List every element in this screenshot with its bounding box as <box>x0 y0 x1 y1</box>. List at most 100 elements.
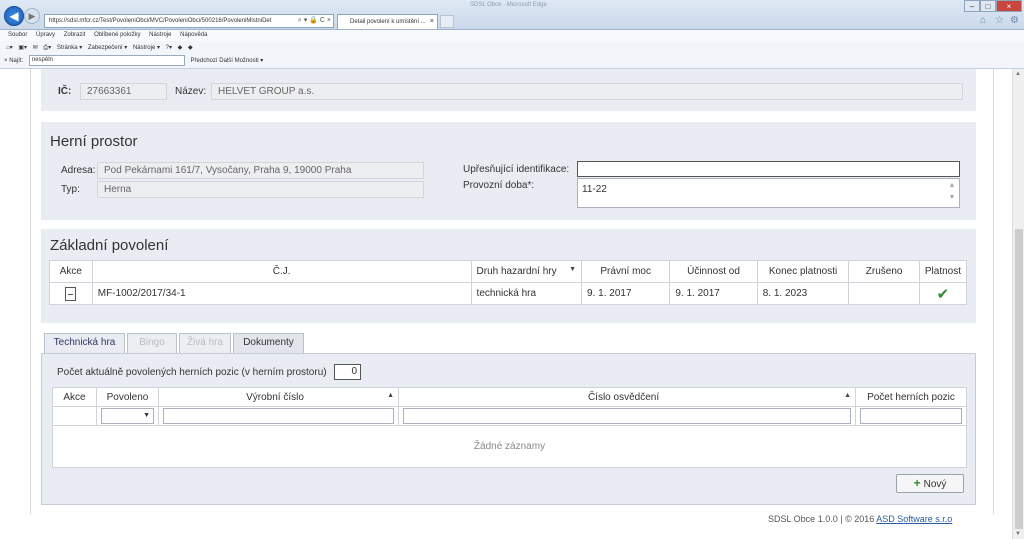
cell-zruseno <box>848 282 920 305</box>
home-icon[interactable]: ⌂ <box>980 15 986 26</box>
cell-cj: MF-1002/2017/34-1 <box>91 282 472 305</box>
col-platnost[interactable]: Platnost <box>918 260 968 283</box>
feeds-icon[interactable]: ▣▾ <box>18 45 27 51</box>
menu-item-napoveda[interactable]: Nápověda <box>180 32 207 38</box>
table-row: MF-1002/2017/34-1 technická hra 9. 1. 20… <box>49 282 968 305</box>
menu-item-oblibene[interactable]: Oblíbené položky <box>94 32 140 38</box>
col-konec-platnosti[interactable]: Konec platnosti <box>756 260 850 283</box>
name-field: HELVET GROUP a.s. <box>211 83 963 100</box>
col-cj[interactable]: Č.J. <box>91 260 472 283</box>
back-arrow-icon[interactable]: ◀ <box>4 6 24 26</box>
scroll-up-icon[interactable]: ▲ <box>1015 71 1021 77</box>
maximize-icon[interactable]: □ <box>980 0 996 12</box>
addon-icon[interactable]: ◆ <box>178 45 183 51</box>
grid-col-pocet-pozic[interactable]: Počet herních pozic <box>855 387 967 407</box>
col-pravni-moc[interactable]: Právní moc <box>581 260 671 283</box>
provozni-label: Provozní doba*: <box>463 180 535 191</box>
herni-prostor-title: Herní prostor <box>50 133 138 150</box>
sort-down-icon[interactable]: ▼ <box>569 266 576 273</box>
minimize-icon[interactable]: – <box>964 0 980 12</box>
pdf-icon[interactable] <box>65 286 77 301</box>
cell-platnost: ✔ <box>918 282 968 305</box>
find-close-icon[interactable]: × <box>4 58 8 64</box>
toolbar-zabezpeceni[interactable]: Zabezpečení ▾ <box>88 45 127 51</box>
command-bar: ⌂▾ ▣▾ ✉ ⎙▾ Stránka ▾ Zabezpečení ▾ Nástr… <box>0 41 1024 55</box>
mail-icon[interactable]: ✉ <box>33 45 38 51</box>
grid-col-povoleno[interactable]: Povoleno <box>96 387 159 407</box>
povoleno-filter-select[interactable]: ▼ <box>101 408 154 424</box>
technicka-hra-table: Akce Povoleno Výrobní číslo ▲ Číslo osvě… <box>52 387 967 468</box>
new-button[interactable]: + Nový <box>896 474 964 493</box>
zakladni-povoleni-title: Základní povolení <box>50 237 169 254</box>
sort-up-icon[interactable]: ▲ <box>844 392 851 399</box>
cislo-osvedceni-filter-input[interactable] <box>403 408 851 424</box>
new-tab-button[interactable] <box>440 15 454 28</box>
forward-arrow-icon[interactable]: ▶ <box>24 8 40 24</box>
pocet-pozic-filter-input[interactable] <box>860 408 962 424</box>
tab-dokumenty[interactable]: Dokumenty <box>233 333 304 353</box>
filter-cell-pocet <box>855 406 967 426</box>
print-icon[interactable]: ⎙▾ <box>43 45 51 51</box>
filter-cell-vyrobni <box>158 406 399 426</box>
find-bar: × Najít: nespěln Předchozí Další Možnost… <box>0 55 1024 69</box>
cell-druh: technická hra <box>470 282 583 305</box>
filter-cell-akce <box>52 406 97 426</box>
name-label: Název: <box>175 86 207 97</box>
col-zruseno[interactable]: Zrušeno <box>848 260 920 283</box>
toolbar-nastroje[interactable]: Nástroje ▾ <box>133 45 160 51</box>
cell-konec-platnosti: 8. 1. 2023 <box>756 282 850 305</box>
window-close-icon[interactable]: × <box>996 0 1022 12</box>
grid-col-vyrobni-cislo[interactable]: Výrobní číslo ▲ <box>158 387 399 407</box>
sort-up-icon[interactable]: ▲ <box>387 392 394 399</box>
grid-header-row: Akce Povoleno Výrobní číslo ▲ Číslo osvě… <box>52 387 967 407</box>
grid-col-vyrobni-cislo-label: Výrobní číslo <box>246 391 304 403</box>
address-bar[interactable]: https://sdsl.mfcr.cz/Test/PovoleniObci/M… <box>44 14 334 28</box>
provozni-value: 11-22 <box>582 184 607 195</box>
technicka-hra-panel: Počet aktuálně povolených herních pozic … <box>41 353 976 505</box>
col-ucinnost-od[interactable]: Účinnost od <box>669 260 758 283</box>
menu-item-nastroje[interactable]: Nástroje <box>149 32 171 38</box>
browser-tab[interactable]: Detail povolení k umístění ... × <box>337 14 438 29</box>
count-label: Počet aktuálně povolených herních pozic … <box>57 367 327 378</box>
page-scrollbar[interactable]: ▲ ▼ <box>1012 69 1024 539</box>
count-field: 0 <box>334 364 361 380</box>
scroll-thumb[interactable] <box>1015 229 1023 529</box>
toolbar-stranka[interactable]: Stránka ▾ <box>57 45 82 51</box>
textarea-scroll-arrows-icon[interactable]: ▲ ▼ <box>946 180 958 206</box>
empty-message: Žádné záznamy <box>52 425 967 468</box>
vyrobni-cislo-filter-input[interactable] <box>163 408 394 424</box>
owner-panel: IČ: 27663361 Název: HELVET GROUP a.s. <box>41 69 976 111</box>
tab-bingo[interactable]: Bingo <box>127 333 177 353</box>
menu-item-soubor[interactable]: Soubor <box>8 32 27 38</box>
star-icon[interactable]: ☆ <box>995 15 1004 26</box>
find-options-button[interactable]: Možnosti ▾ <box>235 58 264 64</box>
menu-item-upravy[interactable]: Úpravy <box>36 32 55 38</box>
scroll-down-icon[interactable]: ▼ <box>1015 531 1021 537</box>
typ-field: Herna <box>97 181 424 198</box>
find-input[interactable]: nespěln <box>28 55 185 66</box>
grid-col-cislo-osvedceni-label: Číslo osvědčení <box>587 391 660 403</box>
tab-technicka-hra[interactable]: Technická hra <box>44 333 125 353</box>
tab-ziva-hra[interactable]: Živá hra <box>179 333 231 353</box>
addon-icon-2[interactable]: ◆ <box>188 45 193 51</box>
chevron-down-icon: ▼ <box>143 412 150 419</box>
adresa-field: Pod Pekárnami 161/7, Vysočany, Praha 9, … <box>97 162 424 179</box>
home-small-icon[interactable]: ⌂▾ <box>6 45 13 51</box>
menu-item-zobrazit[interactable]: Zobrazit <box>64 32 86 38</box>
grid-col-cislo-osvedceni[interactable]: Číslo osvědčení ▲ <box>398 387 856 407</box>
filter-cell-povoleno: ▼ <box>96 406 159 426</box>
close-icon[interactable]: × <box>430 15 434 29</box>
address-actions-icon[interactable]: ⌕ ▾ 🔒 C × <box>295 15 331 27</box>
grid-col-akce[interactable]: Akce <box>52 387 97 407</box>
provozni-textarea[interactable]: 11-22 ▲ ▼ <box>577 178 960 208</box>
find-prev-button[interactable]: Předchozí <box>191 58 218 64</box>
help-icon[interactable]: ?▾ <box>166 45 172 51</box>
footer-company-link[interactable]: ASD Software s.r.o <box>876 514 952 524</box>
col-akce[interactable]: Akce <box>49 260 93 283</box>
gear-icon[interactable]: ⚙ <box>1010 15 1019 26</box>
upresnujici-input[interactable] <box>577 161 960 177</box>
filter-cell-osvedceni <box>398 406 856 426</box>
zakladni-povoleni-panel: Základní povolení Akce Č.J. Druh hazardn… <box>41 229 976 323</box>
col-druh[interactable]: Druh hazardní hry ▼ <box>470 260 583 283</box>
find-next-button[interactable]: Další <box>219 58 233 64</box>
